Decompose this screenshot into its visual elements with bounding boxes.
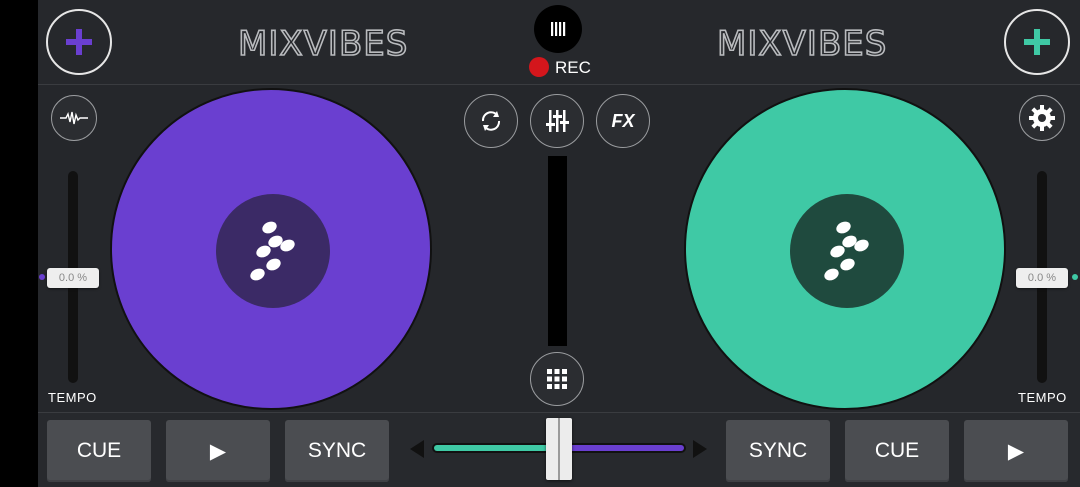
dj-app: MIXVIBES REC MIXVIBES 0.0 % TEMPO FX 0.0… (38, 0, 1080, 487)
pitch-handle-deck-b[interactable]: 0.0 % (1016, 268, 1068, 288)
play-button-deck-b[interactable]: ▶ (964, 420, 1068, 482)
platter-hub-deck-a (216, 194, 330, 308)
fx-label: FX (611, 110, 635, 131)
grid-icon (547, 369, 567, 389)
logo-deck-a: MIXVIBES (237, 23, 409, 65)
crossfader-fill-deck-a (434, 445, 559, 451)
turntable-deck-b[interactable] (684, 88, 1006, 410)
turntable-deck-a[interactable] (110, 88, 432, 410)
cue-button-deck-b[interactable]: CUE (845, 420, 949, 482)
sync-button-deck-b[interactable]: SYNC (726, 420, 830, 482)
add-track-deck-a-button[interactable] (46, 9, 112, 75)
crossfader-handle[interactable] (546, 418, 572, 480)
pitch-handle-deck-a[interactable]: 0.0 % (47, 268, 99, 288)
cue-button-deck-a[interactable]: CUE (47, 420, 151, 482)
mixer-button[interactable] (530, 94, 584, 148)
crossfader-left-arrow-icon[interactable] (410, 440, 424, 458)
pitch-indicator-deck-a (39, 274, 45, 280)
crossfader-right-arrow-icon[interactable] (693, 440, 707, 458)
sync-button-deck-a[interactable]: SYNC (285, 420, 389, 482)
pitch-indicator-deck-b (1072, 274, 1078, 280)
samples-button[interactable] (530, 352, 584, 406)
loop-button[interactable] (464, 94, 518, 148)
platter-hub-deck-b (790, 194, 904, 308)
tempo-label-deck-b: TEMPO (1018, 390, 1067, 405)
settings-button[interactable] (1019, 95, 1065, 141)
header: MIXVIBES REC MIXVIBES (38, 0, 1080, 85)
gear-icon (1029, 105, 1055, 131)
play-button-deck-a[interactable]: ▶ (166, 420, 270, 482)
logo-deck-b: MIXVIBES (716, 23, 888, 65)
rec-label: REC (555, 58, 591, 77)
crossfader-fill-deck-b (559, 445, 684, 451)
rec-indicator (529, 57, 549, 77)
sliders-icon (546, 110, 569, 132)
add-track-deck-b-button[interactable] (1004, 9, 1070, 75)
fx-button[interactable]: FX (596, 94, 650, 148)
waveform-button[interactable] (51, 95, 97, 141)
record-button[interactable] (534, 5, 582, 53)
record-icon (551, 22, 566, 36)
waveform-icon (60, 111, 88, 125)
plus-icon (1024, 29, 1050, 55)
sync-arrows-icon (481, 111, 501, 131)
plus-icon (66, 29, 92, 55)
tempo-label-deck-a: TEMPO (48, 390, 97, 405)
vu-meter (548, 156, 567, 346)
